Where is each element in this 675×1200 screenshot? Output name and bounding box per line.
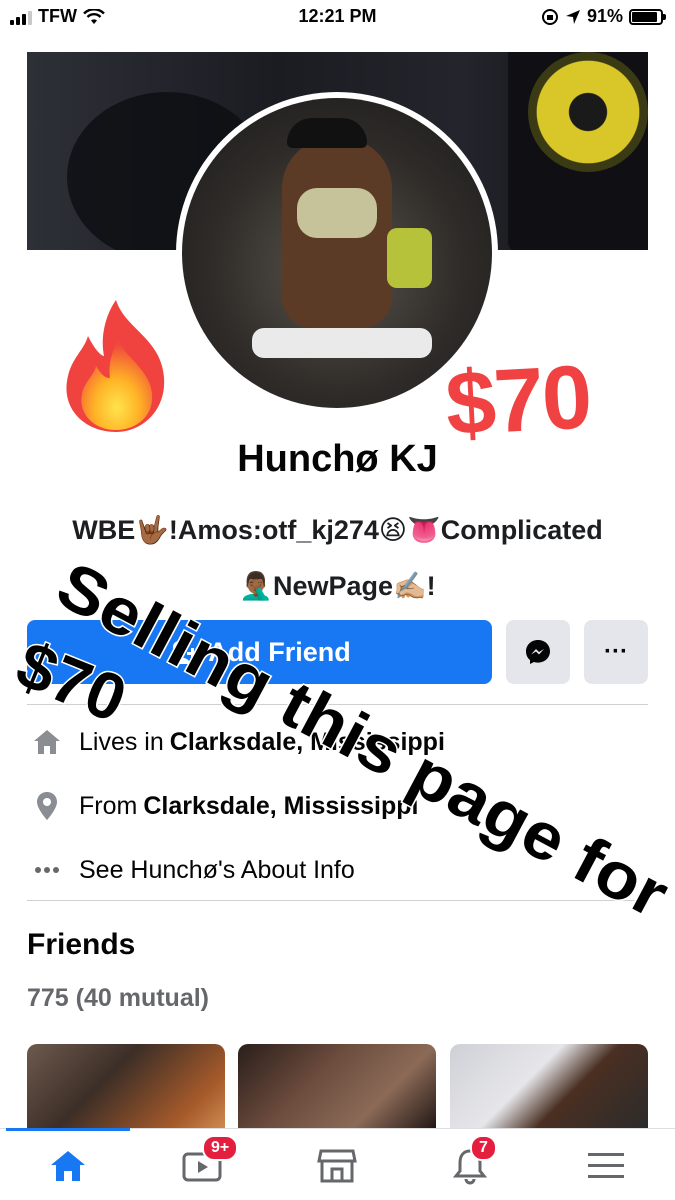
- from-prefix: From: [79, 791, 138, 820]
- nav-home[interactable]: [38, 1141, 98, 1191]
- active-tab-indicator: [6, 1128, 130, 1131]
- home-icon: [27, 725, 67, 759]
- watch-badge: 9+: [202, 1135, 239, 1161]
- nav-watch[interactable]: 9+: [172, 1135, 239, 1191]
- more-options-icon: ···: [604, 638, 628, 665]
- marketplace-icon: [317, 1149, 357, 1183]
- orientation-lock-icon: [541, 8, 558, 25]
- lives-in-prefix: Lives in: [79, 727, 164, 756]
- speaker-cone: [528, 52, 648, 172]
- add-friend-label: Add Friend: [208, 636, 351, 667]
- more-options-button[interactable]: ···: [584, 620, 648, 684]
- location-pin-icon: [27, 789, 67, 823]
- home-icon: [51, 1151, 85, 1181]
- status-bar: TFW 12:21 PM 91%: [0, 0, 675, 34]
- see-about-label: See Hunchø's About Info: [79, 855, 355, 884]
- money-fan: [297, 188, 377, 238]
- lives-in-place[interactable]: Clarksdale, Mississippi: [170, 728, 445, 757]
- divider: [27, 704, 648, 705]
- bio-line-2: 🤦🏾‍♂️NewPage✍🏼!: [239, 571, 436, 601]
- see-about-row[interactable]: See Hunchø's About Info: [27, 850, 648, 890]
- bio-line-1: WBE🤟🏾!Amos:otf_kj274😫👅Complicated: [72, 515, 603, 545]
- location-arrow-icon: [565, 9, 580, 24]
- battery-icon: [629, 8, 666, 25]
- friends-heading: Friends: [27, 928, 136, 961]
- battery-percent: 91%: [586, 6, 623, 26]
- nav-notifications[interactable]: 7: [440, 1135, 500, 1191]
- friend-tile[interactable]: [450, 1044, 648, 1130]
- fire-icon: [66, 300, 165, 432]
- from-place[interactable]: Clarksdale, Mississippi: [143, 792, 418, 821]
- lives-in-row: Lives in Clarksdale, Mississippi: [27, 722, 648, 762]
- profile-name: Hunchø KJ: [237, 438, 438, 480]
- add-friend-icon: [168, 641, 199, 664]
- profile-bio: WBE🤟🏾!Amos:otf_kj274😫👅Complicated 🤦🏾‍♂️N…: [20, 502, 655, 614]
- friend-tile[interactable]: [238, 1044, 436, 1130]
- shoes: [252, 328, 432, 358]
- status-right: 91%: [541, 6, 666, 27]
- divider: [27, 900, 648, 901]
- bottom-nav: 9+ 7: [0, 1128, 675, 1200]
- friend-tile[interactable]: [27, 1044, 225, 1130]
- menu-icon: [588, 1153, 624, 1178]
- nav-menu[interactable]: [576, 1141, 636, 1191]
- hat: [287, 118, 367, 148]
- notifications-badge: 7: [470, 1135, 497, 1161]
- messenger-icon: [526, 640, 550, 664]
- from-row: From Clarksdale, Mississippi: [27, 786, 648, 826]
- add-friend-button[interactable]: Add Friend: [27, 620, 492, 684]
- ellipsis-icon: [27, 853, 67, 887]
- messenger-button[interactable]: [506, 620, 570, 684]
- nav-marketplace[interactable]: [307, 1141, 367, 1191]
- bag: [387, 228, 432, 288]
- friends-count: 775 (40 mutual): [27, 984, 210, 1012]
